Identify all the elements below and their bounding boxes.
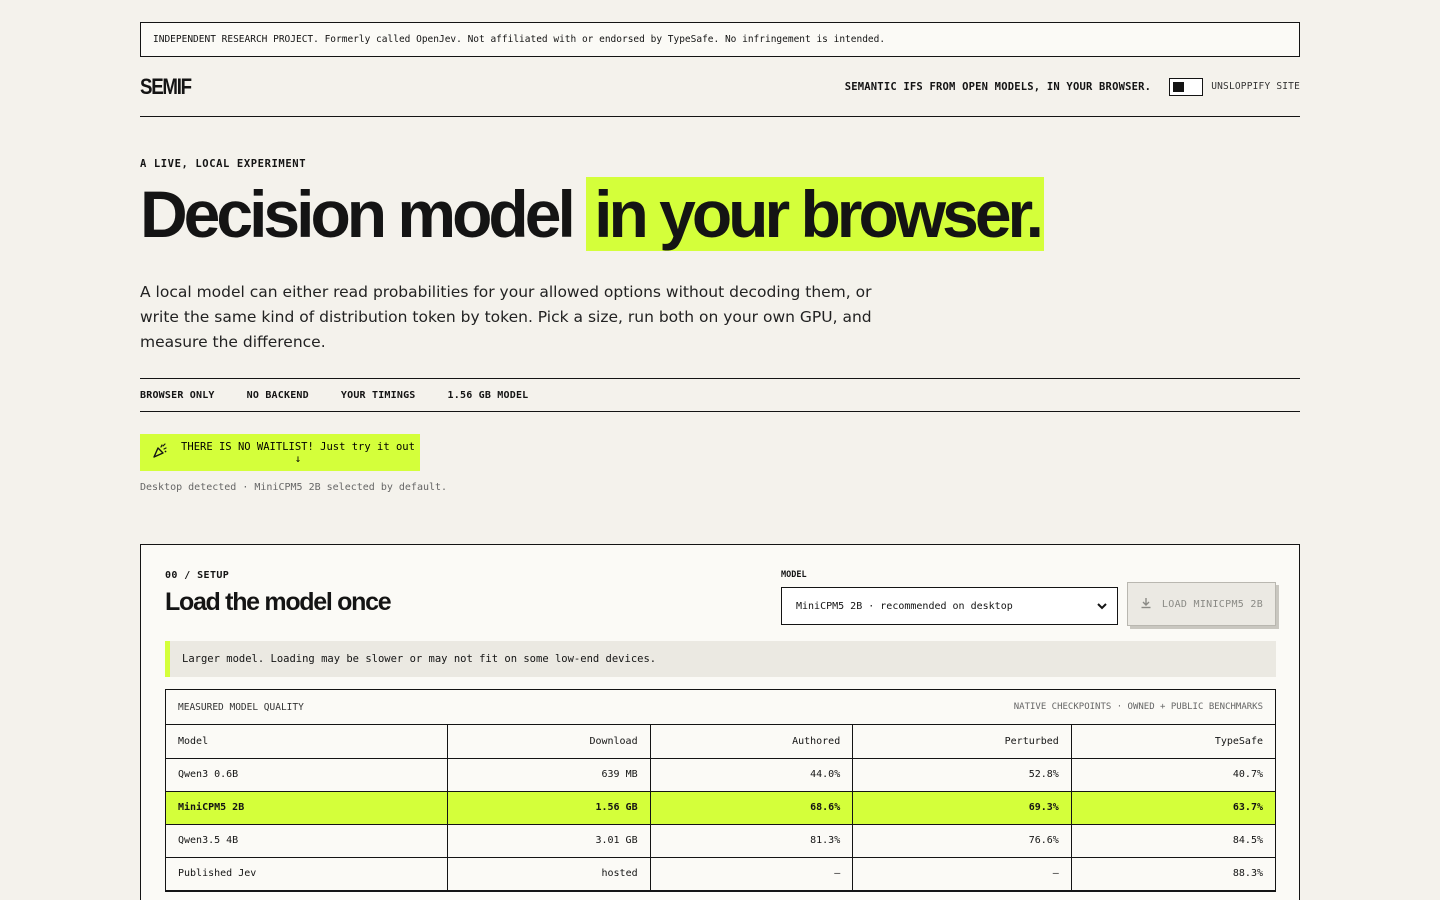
quality-table-header: MEASURED MODEL QUALITY NATIVE CHECKPOINT… xyxy=(166,690,1275,725)
download-icon xyxy=(1140,597,1152,612)
feature-strip: BROWSER ONLY NO BACKEND YOUR TIMINGS 1.5… xyxy=(140,378,1300,412)
table-cell: 3.01 GB xyxy=(447,824,651,858)
table-row[interactable]: Qwen3 0.6B 639 MB 44.0% 52.8% 40.7% xyxy=(166,758,1275,792)
headline-plain: Decision model xyxy=(140,177,576,251)
try-it-button[interactable]: THERE IS NO WAITLIST! Just try it out ↓ xyxy=(140,434,420,471)
unsloppify-label[interactable]: UNSLOPPIFY SITE xyxy=(1211,81,1300,92)
model-select[interactable]: MiniCPM5 2B · recommended on desktop xyxy=(781,587,1118,625)
table-cell: 88.3% xyxy=(1071,857,1275,891)
detect-note: Desktop detected · MiniCPM5 2B selected … xyxy=(140,482,448,493)
unsloppify-toggle[interactable] xyxy=(1169,77,1204,96)
site-header: SEMIF SEMANTIC IFS FROM OPEN MODELS, IN … xyxy=(140,57,1300,117)
hero-headline: Decision model in your browser. xyxy=(140,177,1300,251)
strip-item: 1.56 GB MODEL xyxy=(447,389,529,401)
table-cell: Qwen3.5 4B xyxy=(166,824,448,858)
table-cell: Published Jev xyxy=(166,857,448,891)
table-row[interactable]: Qwen3.5 4B 3.01 GB 81.3% 76.6% 84.5% xyxy=(166,824,1275,858)
column-header: TypeSafe xyxy=(1071,725,1275,759)
table-header-row: Model Download Authored Perturbed TypeSa… xyxy=(166,725,1275,759)
load-model-label: LOAD MINICPM5 2B xyxy=(1161,598,1264,610)
model-label: MODEL xyxy=(781,570,807,580)
table-cell: 44.0% xyxy=(650,758,854,792)
hero-lede: A local model can either read probabilit… xyxy=(140,283,872,351)
chevron-down-icon xyxy=(1097,599,1107,613)
column-header: Perturbed xyxy=(852,725,1072,759)
table-cell: 63.7% xyxy=(1071,791,1275,825)
quality-title: MEASURED MODEL QUALITY xyxy=(178,701,304,713)
table-cell: 76.6% xyxy=(852,824,1072,858)
size-notice: Larger model. Loading may be slower or m… xyxy=(165,641,1276,677)
table-cell: – xyxy=(650,857,854,891)
party-popper-icon xyxy=(152,442,168,463)
unsloppify-toggle-group: UNSLOPPIFY SITE xyxy=(1169,77,1300,96)
site-tagline: SEMANTIC IFS FROM OPEN MODELS, IN YOUR B… xyxy=(844,80,1152,93)
table-cell: 68.6% xyxy=(650,791,854,825)
disclaimer-text: INDEPENDENT RESEARCH PROJECT. Formerly c… xyxy=(153,34,886,45)
table-row[interactable]: Published Jev hosted – – 88.3% xyxy=(166,857,1275,891)
column-header: Download xyxy=(447,725,651,759)
table-cell: hosted xyxy=(447,857,651,891)
toggle-knob xyxy=(1173,81,1185,92)
table-cell: 81.3% xyxy=(650,824,854,858)
setup-title: Load the model once xyxy=(165,588,392,616)
quality-table: Model Download Authored Perturbed TypeSa… xyxy=(166,725,1275,891)
setup-card: 00 / SETUP Load the model once MODEL Min… xyxy=(140,544,1300,900)
size-notice-text: Larger model. Loading may be slower or m… xyxy=(182,653,657,665)
site-logo[interactable]: SEMIF xyxy=(140,74,192,100)
hero-eyebrow: A LIVE, LOCAL EXPERIMENT xyxy=(140,158,307,170)
column-header: Authored xyxy=(650,725,854,759)
table-row-selected[interactable]: MiniCPM5 2B 1.56 GB 68.6% 69.3% 63.7% xyxy=(166,791,1275,825)
headline-highlight: in your browser. xyxy=(586,177,1044,251)
table-cell: 69.3% xyxy=(852,791,1072,825)
strip-item: BROWSER ONLY xyxy=(140,389,215,401)
strip-item: YOUR TIMINGS xyxy=(340,389,416,401)
setup-step: 00 / SETUP xyxy=(165,570,230,581)
table-cell: Qwen3 0.6B xyxy=(166,758,448,792)
table-cell: 52.8% xyxy=(852,758,1072,792)
quality-table-panel: MEASURED MODEL QUALITY NATIVE CHECKPOINT… xyxy=(165,689,1276,892)
table-cell: 639 MB xyxy=(447,758,651,792)
table-cell: 40.7% xyxy=(1071,758,1275,792)
header-right: SEMANTIC IFS FROM OPEN MODELS, IN YOUR B… xyxy=(844,77,1300,96)
quality-subtitle: NATIVE CHECKPOINTS · OWNED + PUBLIC BENC… xyxy=(1013,702,1263,712)
table-cell: – xyxy=(852,857,1072,891)
try-it-label: THERE IS NO WAITLIST! Just try it out ↓ xyxy=(181,440,415,465)
disclaimer-banner: INDEPENDENT RESEARCH PROJECT. Formerly c… xyxy=(140,22,1300,57)
model-select-value: MiniCPM5 2B · recommended on desktop xyxy=(796,600,1013,612)
column-header: Model xyxy=(166,725,448,759)
table-cell: 1.56 GB xyxy=(447,791,651,825)
strip-item: NO BACKEND xyxy=(246,389,309,401)
load-model-button[interactable]: LOAD MINICPM5 2B xyxy=(1127,582,1276,626)
table-cell: 84.5% xyxy=(1071,824,1275,858)
table-cell: MiniCPM5 2B xyxy=(166,791,448,825)
